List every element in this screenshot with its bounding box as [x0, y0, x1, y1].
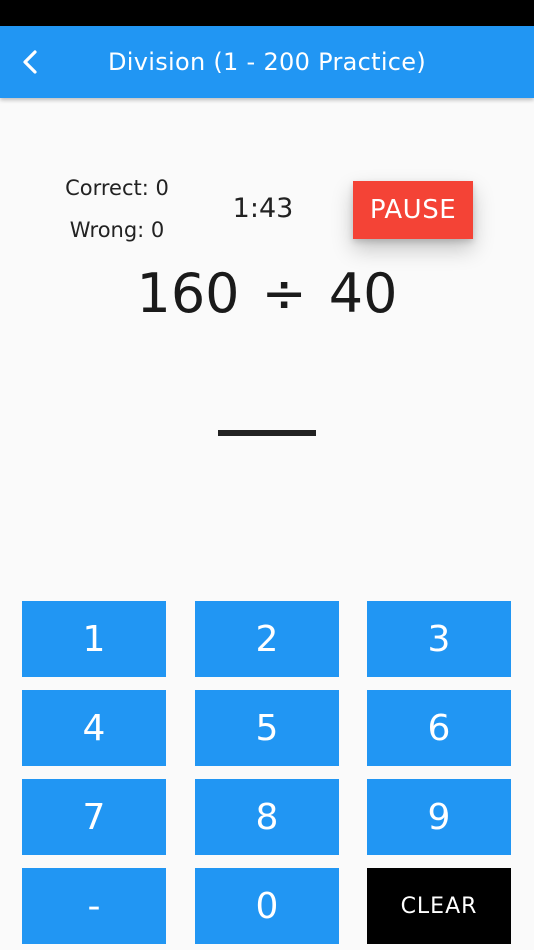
answer-input-underline[interactable]: [218, 430, 316, 436]
divisor: 40: [328, 261, 398, 325]
wrong-count: Wrong: 0: [69, 218, 165, 242]
clear-button[interactable]: CLEAR: [367, 868, 511, 944]
key-0[interactable]: 0: [195, 868, 339, 944]
pause-button[interactable]: PAUSE: [353, 181, 473, 239]
key-3[interactable]: 3: [367, 601, 511, 677]
key-6[interactable]: 6: [367, 690, 511, 766]
chevron-left-icon: [23, 50, 37, 74]
key-4[interactable]: 4: [22, 690, 166, 766]
app-bar: Division (1 - 200 Practice): [0, 26, 534, 98]
key-5[interactable]: 5: [195, 690, 339, 766]
key-minus[interactable]: -: [22, 868, 166, 944]
key-8[interactable]: 8: [195, 779, 339, 855]
dividend: 160: [136, 261, 240, 325]
key-1[interactable]: 1: [22, 601, 166, 677]
math-problem: 160 ÷ 40: [0, 258, 534, 328]
key-2[interactable]: 2: [195, 601, 339, 677]
timer: 1:43: [232, 193, 294, 224]
key-7[interactable]: 7: [22, 779, 166, 855]
key-9[interactable]: 9: [367, 779, 511, 855]
division-operator: ÷: [261, 261, 307, 325]
page-title: Division (1 - 200 Practice): [107, 48, 427, 76]
status-bar: [0, 0, 534, 26]
back-button[interactable]: [10, 40, 50, 84]
correct-count: Correct: 0: [65, 176, 169, 200]
